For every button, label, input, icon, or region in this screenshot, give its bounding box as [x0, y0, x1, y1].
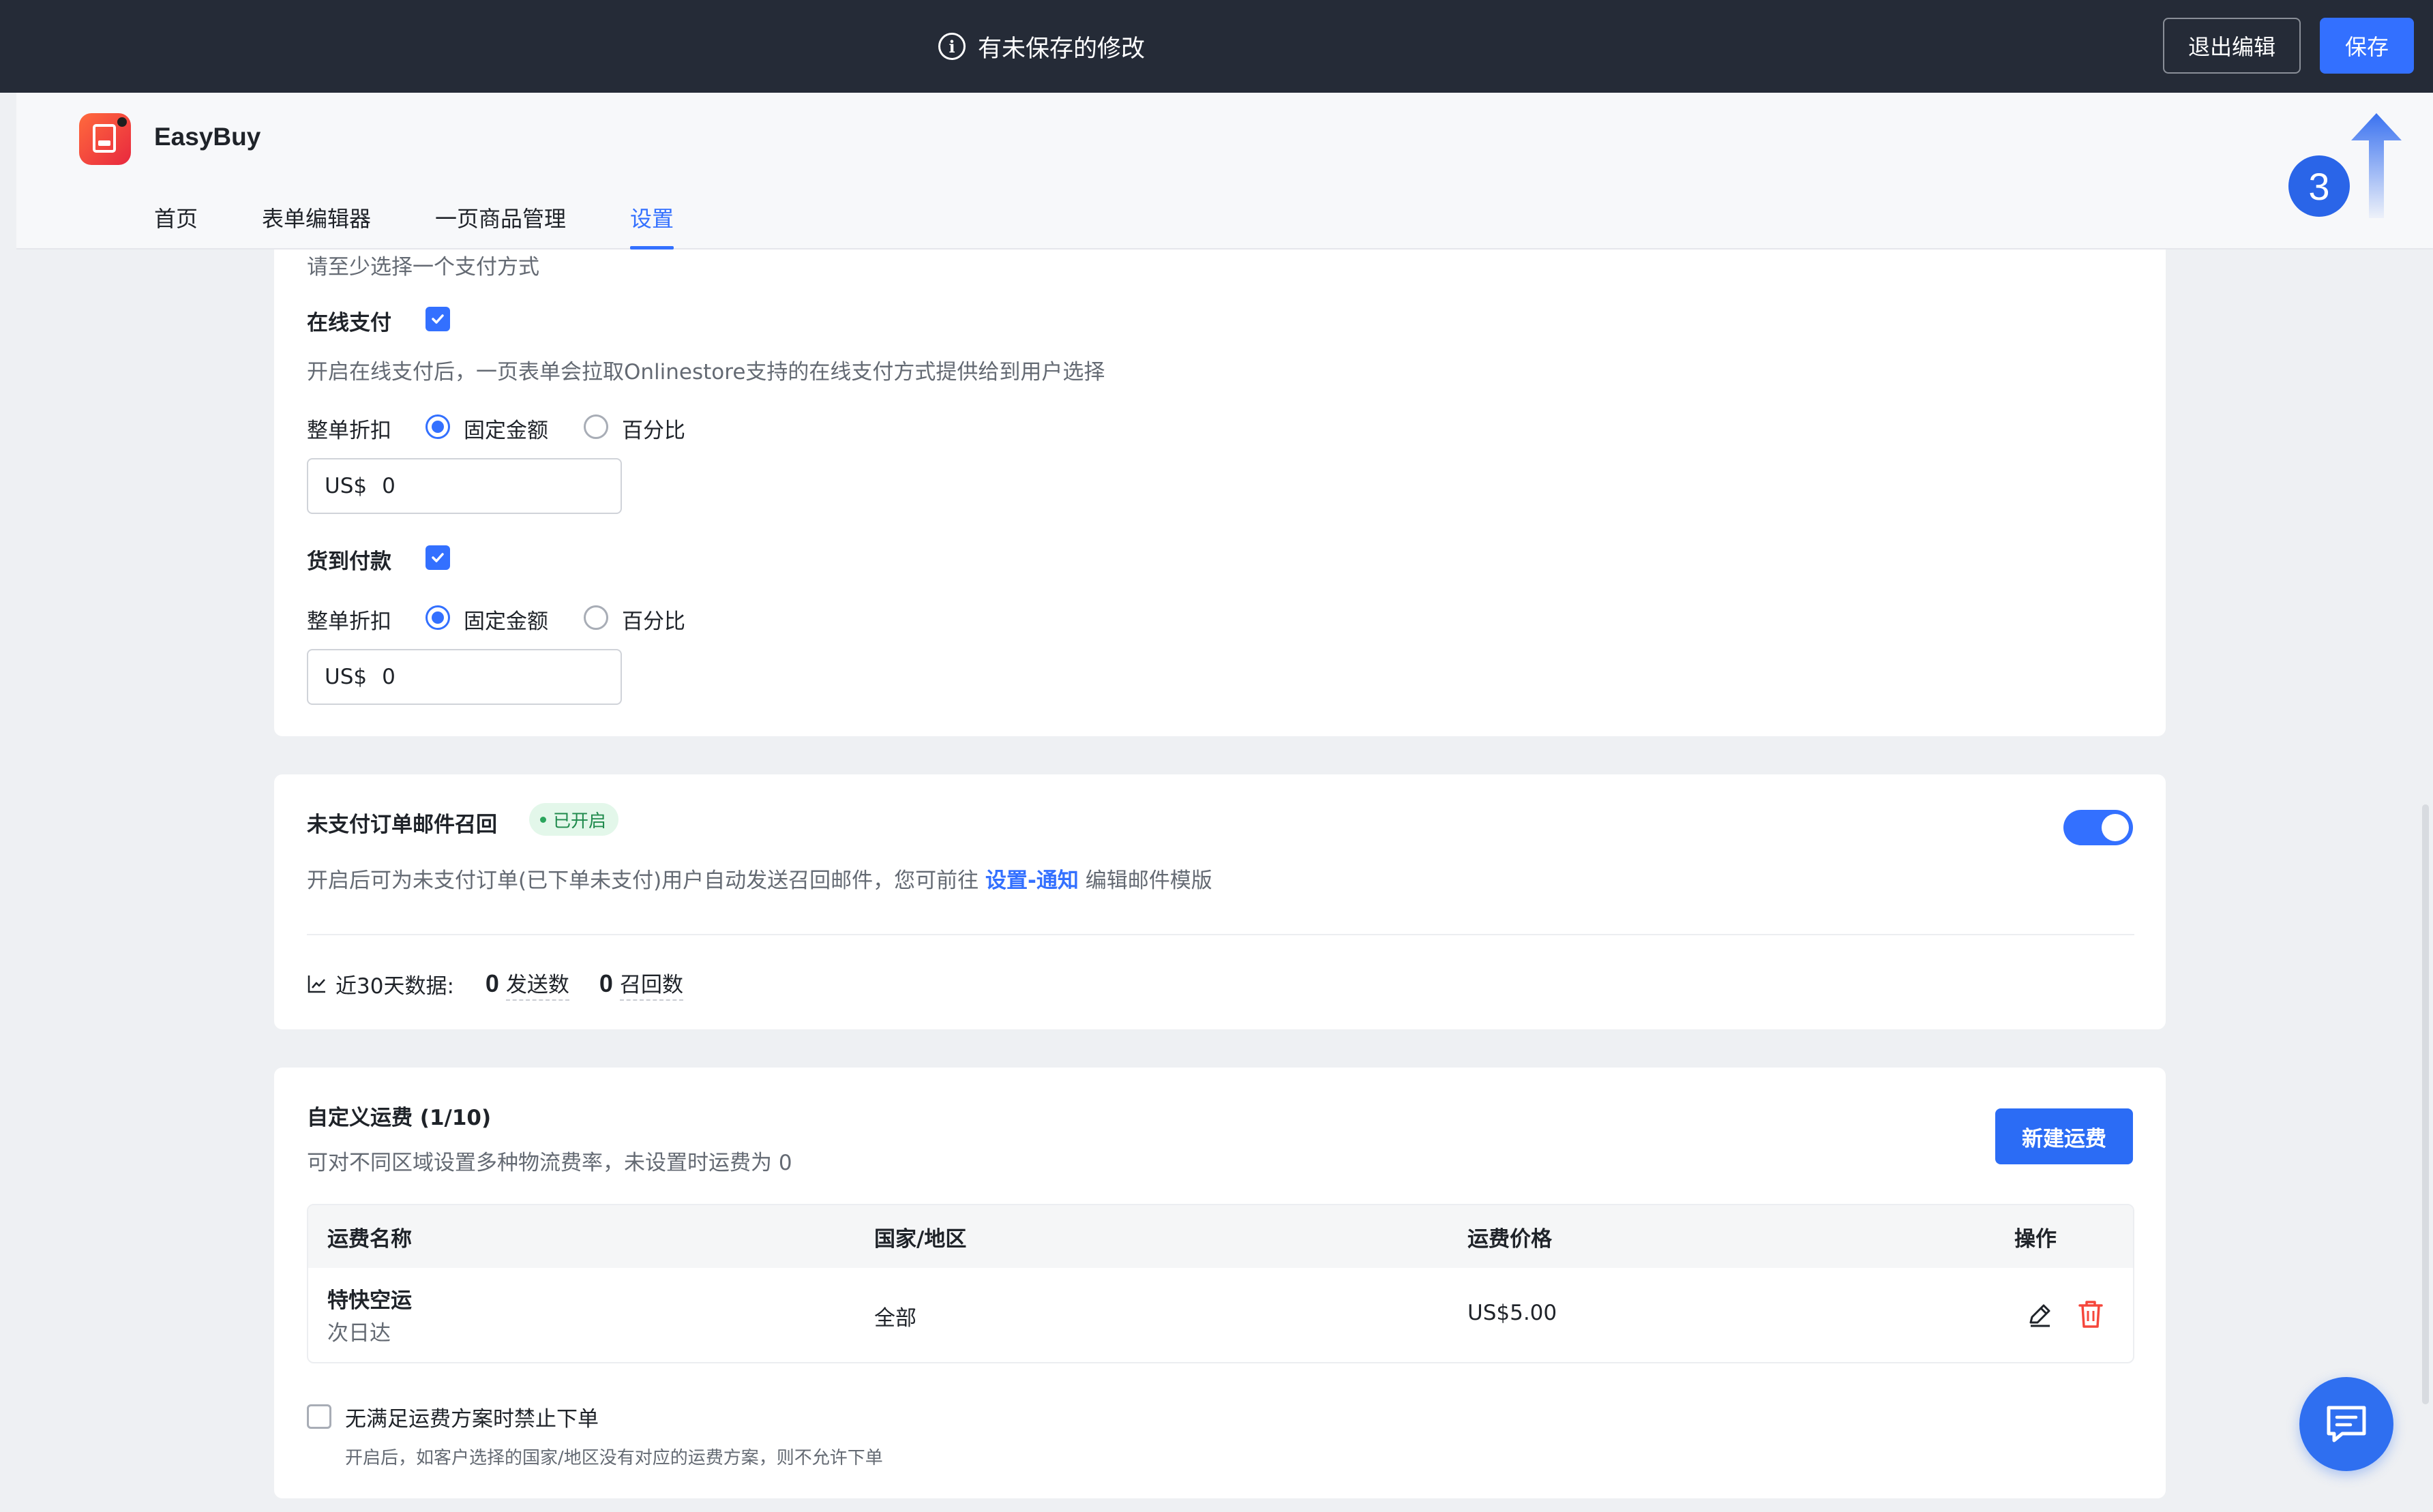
currency-prefix: US$ — [325, 474, 368, 498]
app-header: EasyBuy 首页 表单编辑器 一页商品管理 设置 — [16, 93, 2433, 250]
chat-icon — [2327, 1406, 2366, 1442]
edit-icon[interactable] — [2025, 1301, 2054, 1329]
cod-percent-label: 百分比 — [622, 609, 685, 634]
column-header-region: 国家/地区 — [874, 1227, 967, 1252]
divider — [307, 934, 2134, 935]
table-header: 运费名称 国家/地区 运费价格 操作 — [308, 1205, 2133, 1268]
block-order-checkbox[interactable] — [307, 1404, 331, 1429]
cod-label: 货到付款 — [307, 549, 391, 574]
cod-discount-field: US$ — [307, 649, 622, 705]
nav-home[interactable]: 首页 — [154, 202, 198, 250]
nav-settings[interactable]: 设置 — [630, 202, 674, 250]
cod-discount-input[interactable] — [382, 665, 587, 689]
settings-notify-link[interactable]: 设置-通知 — [985, 868, 1079, 893]
recall-desc: 开启后可为未支付订单(已下单未支付)用户自动发送召回邮件，您可前往 设置-通知 … — [307, 863, 1212, 894]
online-percent-label: 百分比 — [622, 419, 685, 443]
info-icon: i — [938, 33, 966, 60]
payment-min-hint: 请至少选择一个支付方式 — [307, 255, 539, 279]
sent-label: 发送数 — [505, 967, 569, 1001]
unsaved-message-text: 有未保存的修改 — [978, 35, 1146, 63]
save-button[interactable]: 保存 — [2320, 18, 2414, 74]
scrollbar[interactable] — [2422, 804, 2429, 1404]
status-dot-icon — [540, 816, 546, 823]
online-discount-label: 整单折扣 — [307, 419, 391, 443]
exit-edit-button[interactable]: 退出编辑 — [2163, 18, 2301, 74]
online-payment-checkbox[interactable] — [426, 307, 450, 331]
stats-period-label: 近30天数据: — [335, 973, 454, 999]
app-name: EasyBuy — [154, 123, 261, 151]
app-nav: 首页 表单编辑器 一页商品管理 设置 — [154, 202, 738, 250]
column-header-price: 运费价格 — [1467, 1227, 1552, 1252]
shipping-name: 特快空运 — [327, 1288, 412, 1313]
recall-stats: 近30天数据: 0 发送数 0 召回数 — [307, 967, 683, 1001]
unsaved-changes-bar: i 有未保存的修改 退出编辑 保存 — [0, 0, 2433, 93]
shipping-price: US$5.00 — [1467, 1301, 1557, 1325]
shipping-title: 自定义运费 (1/10) — [307, 1106, 492, 1130]
cod-discount-label: 整单折扣 — [307, 609, 391, 634]
recall-desc-prefix: 开启后可为未支付订单(已下单未支付)用户自动发送召回邮件，您可前往 — [307, 868, 979, 893]
status-badge-text: 已开启 — [553, 811, 607, 832]
chart-line-icon — [308, 976, 325, 993]
chat-button[interactable] — [2299, 1377, 2393, 1471]
shipping-desc: 可对不同区域设置多种物流费率，未设置时运费为 0 — [307, 1151, 792, 1175]
block-order-desc: 开启后，如客户选择的国家/地区没有对应的运费方案，则不允许下单 — [345, 1448, 883, 1468]
online-fixed-radio[interactable] — [426, 414, 450, 439]
shipping-sub: 次日达 — [327, 1321, 391, 1346]
check-icon — [432, 553, 444, 562]
shipping-table: 运费名称 国家/地区 运费价格 操作 特快空运 次日达 全部 US$5.00 — [307, 1204, 2134, 1363]
nav-product-management[interactable]: 一页商品管理 — [435, 202, 566, 250]
recall-desc-suffix: 编辑邮件模版 — [1085, 868, 1212, 893]
online-payment-desc: 开启在线支付后，一页表单会拉取Onlinestore支持的在线支付方式提供给到用… — [307, 360, 1105, 384]
online-discount-field: US$ — [307, 458, 622, 514]
recall-title: 未支付订单邮件召回 — [307, 813, 497, 837]
column-header-name: 运费名称 — [327, 1227, 412, 1252]
cod-fixed-label: 固定金额 — [464, 609, 548, 634]
cod-checkbox[interactable] — [426, 545, 450, 570]
online-payment-label: 在线支付 — [307, 311, 391, 335]
sent-count: 0 — [485, 969, 499, 997]
payment-methods-card: 请至少选择一个支付方式 在线支付 开启在线支付后，一页表单会拉取Onlinest… — [274, 250, 2166, 736]
check-icon — [432, 314, 444, 324]
status-badge: 已开启 — [529, 803, 619, 836]
delete-icon[interactable] — [2077, 1299, 2104, 1329]
cod-percent-radio[interactable] — [584, 605, 608, 630]
block-order-label: 无满足运费方案时禁止下单 — [345, 1407, 599, 1432]
step-badge: 3 — [2288, 155, 2350, 217]
cod-fixed-radio[interactable] — [426, 605, 450, 630]
currency-prefix: US$ — [325, 665, 368, 689]
annotation-arrow-icon — [2351, 113, 2402, 218]
online-fixed-label: 固定金额 — [464, 419, 548, 443]
new-shipping-button[interactable]: 新建运费 — [1995, 1108, 2133, 1164]
recalled-count: 0 — [599, 969, 613, 997]
recall-toggle[interactable] — [2063, 810, 2133, 845]
nav-form-editor[interactable]: 表单编辑器 — [262, 202, 371, 250]
unsaved-message: i 有未保存的修改 — [938, 27, 1145, 65]
column-header-actions: 操作 — [2014, 1227, 2057, 1252]
shipping-region: 全部 — [874, 1306, 916, 1331]
app-logo-icon — [79, 113, 131, 165]
recalled-label: 召回数 — [619, 967, 683, 1001]
custom-shipping-card: 自定义运费 (1/10) 可对不同区域设置多种物流费率，未设置时运费为 0 新建… — [274, 1068, 2166, 1498]
unpaid-recall-card: 未支付订单邮件召回 已开启 开启后可为未支付订单(已下单未支付)用户自动发送召回… — [274, 774, 2166, 1029]
online-discount-input[interactable] — [382, 474, 587, 498]
online-percent-radio[interactable] — [584, 414, 608, 439]
